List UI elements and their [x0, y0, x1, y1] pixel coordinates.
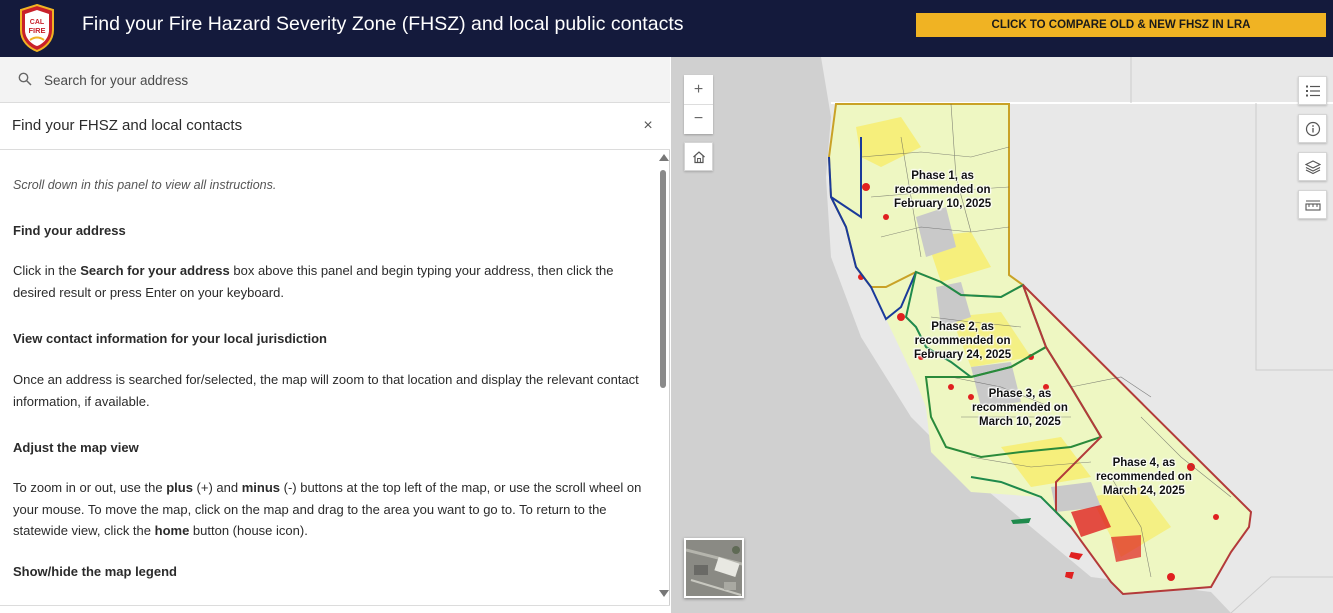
- info-icon: [1305, 121, 1320, 136]
- intro-text: Scroll down in this panel to view all in…: [13, 178, 277, 192]
- phase-1-label: Phase 1, as recommended on February 10, 20…: [894, 170, 992, 210]
- scroll-up-arrow-icon[interactable]: [659, 154, 669, 161]
- scroll-thumb[interactable]: [660, 170, 666, 388]
- address-search-input[interactable]: [38, 65, 638, 95]
- home-icon: [692, 150, 705, 163]
- layers-button[interactable]: [1298, 152, 1327, 181]
- map-view[interactable]: + − Phase 1, as recommended on February 10…: [671, 57, 1333, 613]
- measure-icon: [1304, 200, 1321, 211]
- svg-text:CAL: CAL: [30, 19, 45, 26]
- measure-button[interactable]: [1298, 190, 1327, 219]
- aerial-imagery-thumbnail-icon: [686, 540, 742, 596]
- section-heading-legend: Show/hide the map legend: [13, 564, 177, 579]
- instructions-panel: Scroll down in this panel to view all in…: [0, 150, 656, 605]
- panel-footer: [0, 605, 670, 613]
- phase-3-label: Phase 3, as recommended on March 10, 2025: [972, 388, 1068, 428]
- section-heading-find-address: Find your address: [13, 223, 126, 238]
- section-body-map-view: To zoom in or out, use the plus (+) and …: [13, 480, 642, 538]
- home-button[interactable]: [684, 142, 713, 171]
- zoom-out-button[interactable]: −: [684, 104, 713, 133]
- info-button[interactable]: [1298, 114, 1327, 143]
- left-panel: Find your FHSZ and local contacts × Scro…: [0, 57, 670, 613]
- scroll-down-arrow-icon[interactable]: [659, 590, 669, 597]
- cal-fire-logo: CAL FIRE: [20, 4, 54, 52]
- phase-4-label: Phase 4, as recommended on March 24, 2025: [1096, 457, 1192, 497]
- zoom-controls: + −: [684, 75, 713, 134]
- section-body-contacts: Once an address is searched for/selected…: [13, 372, 639, 409]
- phase-2-label: Phase 2, as recommended on February 24, 20…: [914, 321, 1012, 361]
- legend-icon: [1305, 85, 1320, 96]
- basemap-toggle-thumbnail[interactable]: [684, 538, 744, 598]
- section-heading-contacts: View contact information for your local …: [13, 331, 327, 346]
- app-title: Find your Fire Hazard Severity Zone (FHS…: [82, 13, 684, 35]
- panel-header: Find your FHSZ and local contacts ×: [0, 103, 670, 150]
- section-heading-map-view: Adjust the map view: [13, 440, 139, 455]
- close-icon[interactable]: ×: [638, 116, 658, 136]
- search-icon: [18, 72, 32, 86]
- legend-button[interactable]: [1298, 76, 1327, 105]
- section-body-find-address: Click in the Search for your address box…: [13, 263, 614, 300]
- panel-title: Find your FHSZ and local contacts: [12, 117, 243, 134]
- layers-icon: [1304, 159, 1321, 174]
- app-header: CAL FIRE Find your Fire Hazard Severity …: [0, 0, 1333, 57]
- panel-scrollbar[interactable]: [657, 150, 670, 605]
- zoom-in-button[interactable]: +: [684, 75, 713, 104]
- search-bar: [0, 57, 670, 103]
- svg-text:FIRE: FIRE: [28, 26, 45, 35]
- compare-fhsz-button[interactable]: CLICK TO COMPARE OLD & NEW FHSZ IN LRA: [916, 13, 1326, 37]
